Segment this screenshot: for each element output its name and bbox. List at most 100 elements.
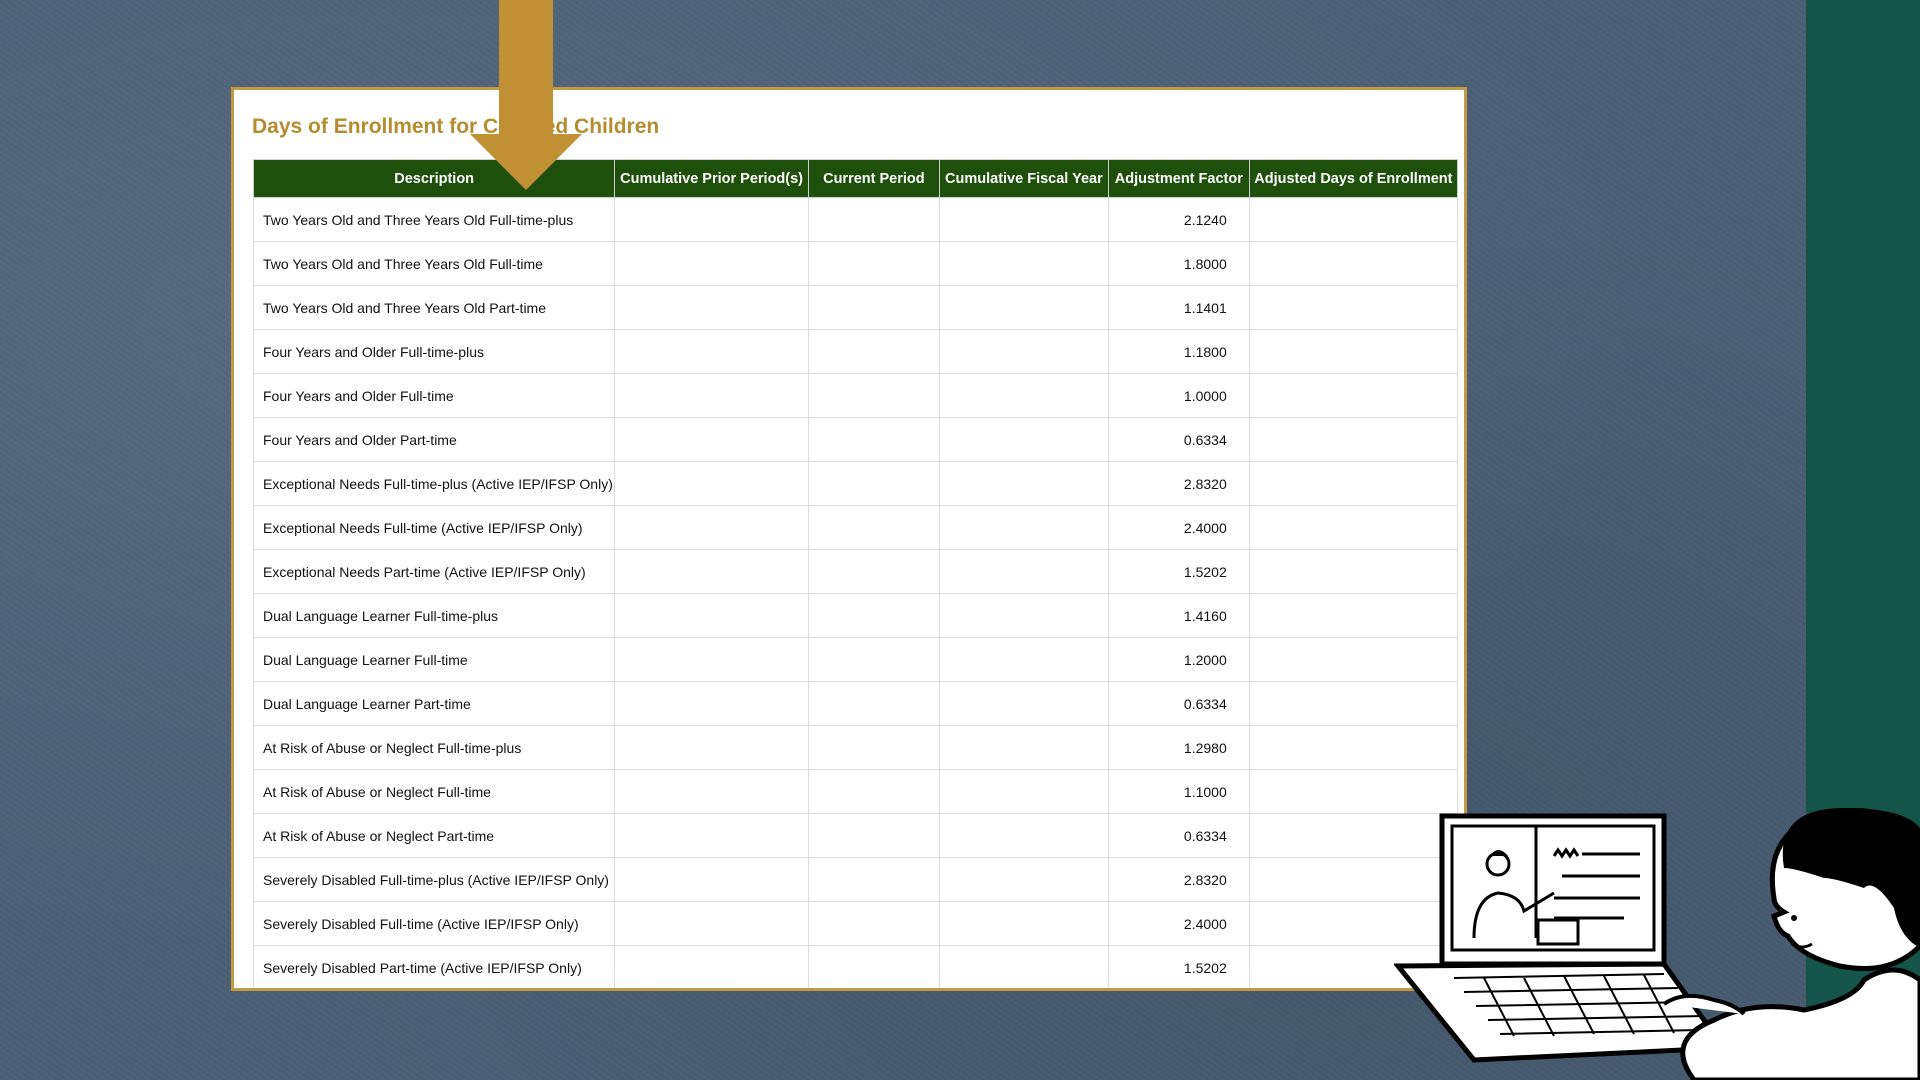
cell-adjusted-days bbox=[1248, 285, 1459, 330]
cell-description: Exceptional Needs Full-time-plus (Active… bbox=[252, 461, 616, 506]
table-row: Dual Language Learner Part-time 0.6334 bbox=[252, 681, 1459, 726]
cell-current-period bbox=[807, 549, 940, 594]
table-header-row: Description Cumulative Prior Period(s) C… bbox=[252, 159, 1459, 198]
cell-cumulative-prior bbox=[614, 681, 809, 726]
cell-adjustment-factor: 1.4160 bbox=[1107, 593, 1250, 638]
column-header-adjustment-factor: Adjustment Factor bbox=[1107, 159, 1250, 198]
table-row: Exceptional Needs Full-time (Active IEP/… bbox=[252, 505, 1459, 550]
cell-description: Two Years Old and Three Years Old Part-t… bbox=[252, 285, 616, 330]
column-header-cumulative-prior: Cumulative Prior Period(s) bbox=[614, 159, 809, 198]
cell-current-period bbox=[807, 461, 940, 506]
person-body bbox=[1680, 967, 1920, 1080]
cell-adjustment-factor: 2.4000 bbox=[1107, 505, 1250, 550]
cell-description: Four Years and Older Full-time bbox=[252, 373, 616, 418]
cell-cumulative-prior bbox=[614, 417, 809, 462]
table-row: Exceptional Needs Part-time (Active IEP/… bbox=[252, 549, 1459, 594]
down-arrow-icon bbox=[470, 0, 582, 190]
table-row: Four Years and Older Full-time-plus 1.180… bbox=[252, 329, 1459, 374]
cell-current-period bbox=[807, 637, 940, 682]
cell-description: Exceptional Needs Full-time (Active IEP/… bbox=[252, 505, 616, 550]
cell-adjustment-factor: 1.2980 bbox=[1107, 725, 1250, 770]
cell-current-period bbox=[807, 593, 940, 638]
cell-description: Severely Disabled Full-time-plus (Active… bbox=[252, 857, 616, 902]
cell-adjustment-factor: 2.8320 bbox=[1107, 461, 1250, 506]
cell-description: At Risk of Abuse or Neglect Part-time bbox=[252, 813, 616, 858]
arrow-shaft bbox=[499, 0, 553, 134]
cell-description: Four Years and Older Part-time bbox=[252, 417, 616, 462]
cell-adjusted-days bbox=[1248, 637, 1459, 682]
cell-current-period bbox=[807, 241, 940, 286]
cell-adjusted-days bbox=[1248, 769, 1459, 814]
cell-cumulative-prior bbox=[614, 945, 809, 988]
cell-current-period bbox=[807, 857, 940, 902]
cell-current-period bbox=[807, 373, 940, 418]
cell-cumulative-fiscal-year bbox=[938, 637, 1109, 682]
cell-cumulative-fiscal-year bbox=[938, 725, 1109, 770]
cell-current-period bbox=[807, 769, 940, 814]
cell-current-period bbox=[807, 901, 940, 946]
column-header-adjusted-days: Adjusted Days of Enrollment bbox=[1248, 159, 1459, 198]
cell-adjustment-factor: 0.6334 bbox=[1107, 417, 1250, 462]
cell-cumulative-prior bbox=[614, 593, 809, 638]
cell-adjustment-factor: 2.1240 bbox=[1107, 197, 1250, 242]
cell-current-period bbox=[807, 681, 940, 726]
cell-current-period bbox=[807, 505, 940, 550]
laptop-keyboard-icon bbox=[1394, 961, 1729, 1063]
cell-cumulative-fiscal-year bbox=[938, 417, 1109, 462]
cell-description: Four Years and Older Full-time-plus bbox=[252, 329, 616, 374]
cell-adjusted-days bbox=[1248, 241, 1459, 286]
cell-cumulative-fiscal-year bbox=[938, 241, 1109, 286]
table-row: Severely Disabled Full-time-plus (Active… bbox=[252, 857, 1459, 902]
cell-description: Dual Language Learner Full-time-plus bbox=[252, 593, 616, 638]
cell-description: Dual Language Learner Part-time bbox=[252, 681, 616, 726]
cell-cumulative-prior bbox=[614, 813, 809, 858]
cell-cumulative-prior bbox=[614, 769, 809, 814]
cell-description: Dual Language Learner Full-time bbox=[252, 637, 616, 682]
cell-cumulative-fiscal-year bbox=[938, 285, 1109, 330]
arrow-head bbox=[470, 134, 582, 190]
cell-cumulative-fiscal-year bbox=[938, 857, 1109, 902]
cell-adjustment-factor: 1.5202 bbox=[1107, 549, 1250, 594]
cell-description: Exceptional Needs Part-time (Active IEP/… bbox=[252, 549, 616, 594]
cell-adjusted-days bbox=[1248, 329, 1459, 374]
cell-adjustment-factor: 0.6334 bbox=[1107, 681, 1250, 726]
table-row: At Risk of Abuse or Neglect Part-time 0.6… bbox=[252, 813, 1459, 858]
cell-cumulative-fiscal-year bbox=[938, 945, 1109, 988]
cell-adjustment-factor: 1.1401 bbox=[1107, 285, 1250, 330]
cell-cumulative-fiscal-year bbox=[938, 813, 1109, 858]
table-row: Exceptional Needs Full-time-plus (Active… bbox=[252, 461, 1459, 506]
cell-cumulative-fiscal-year bbox=[938, 505, 1109, 550]
cell-current-period bbox=[807, 417, 940, 462]
person-at-laptop-illustration bbox=[1394, 808, 1920, 1080]
cell-current-period bbox=[807, 813, 940, 858]
cell-adjusted-days bbox=[1248, 681, 1459, 726]
cell-current-period bbox=[807, 725, 940, 770]
table-row: Severely Disabled Part-time (Active IEP/… bbox=[252, 945, 1459, 988]
cell-description: Severely Disabled Full-time (Active IEP/… bbox=[252, 901, 616, 946]
cell-description: At Risk of Abuse or Neglect Full-time-pl… bbox=[252, 725, 616, 770]
cell-description: Severely Disabled Part-time (Active IEP/… bbox=[252, 945, 616, 988]
table-row: Four Years and Older Part-time 0.6334 bbox=[252, 417, 1459, 462]
cell-cumulative-fiscal-year bbox=[938, 329, 1109, 374]
table-row: Dual Language Learner Full-time-plus 1.41… bbox=[252, 593, 1459, 638]
table-row: At Risk of Abuse or Neglect Full-time-pl… bbox=[252, 725, 1459, 770]
enrollment-table: Description Cumulative Prior Period(s) C… bbox=[252, 159, 1459, 988]
cell-adjustment-factor: 1.5202 bbox=[1107, 945, 1250, 988]
cell-cumulative-prior bbox=[614, 197, 809, 242]
cell-cumulative-fiscal-year bbox=[938, 593, 1109, 638]
cell-adjusted-days bbox=[1248, 417, 1459, 462]
cell-cumulative-prior bbox=[614, 373, 809, 418]
cell-current-period bbox=[807, 197, 940, 242]
cell-adjusted-days bbox=[1248, 461, 1459, 506]
cell-description: Two Years Old and Three Years Old Full-t… bbox=[252, 241, 616, 286]
cell-adjusted-days bbox=[1248, 197, 1459, 242]
cell-adjusted-days bbox=[1248, 505, 1459, 550]
cell-cumulative-fiscal-year bbox=[938, 769, 1109, 814]
cell-current-period bbox=[807, 945, 940, 988]
cell-cumulative-prior bbox=[614, 549, 809, 594]
cell-adjustment-factor: 1.1000 bbox=[1107, 769, 1250, 814]
cell-cumulative-fiscal-year bbox=[938, 549, 1109, 594]
table-row: At Risk of Abuse or Neglect Full-time 1.1… bbox=[252, 769, 1459, 814]
document-title: Days of Enrollment for Certified Childre… bbox=[252, 115, 660, 138]
table-row: Dual Language Learner Full-time 1.2000 bbox=[252, 637, 1459, 682]
